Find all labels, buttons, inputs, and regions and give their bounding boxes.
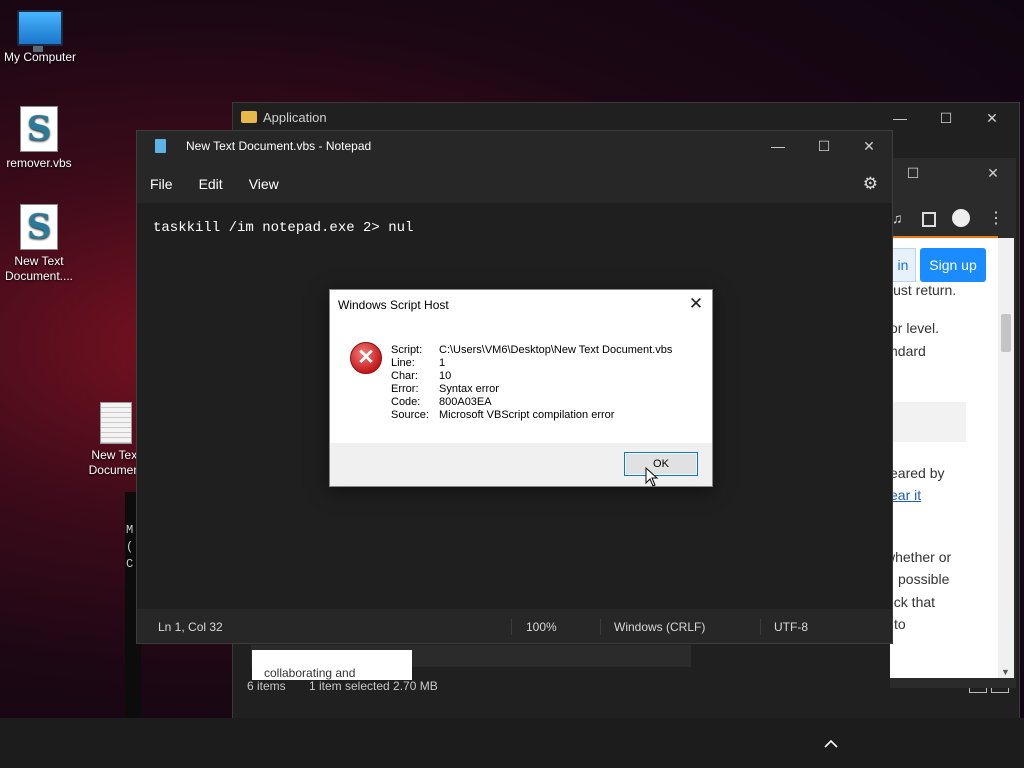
browser-maximize-button[interactable]: ☐ [890,158,936,188]
mouse-cursor-icon [645,466,659,490]
notepad-maximize-button[interactable]: ☐ [801,131,847,161]
editor-text[interactable]: taskkill /im notepad.exe 2> nul [153,220,413,236]
detail-key: Source: [391,409,429,421]
more-menu-icon[interactable]: ⋮ [988,208,1004,228]
vbs-script-icon: S [20,204,58,250]
webpage-scrollbar[interactable] [998,238,1014,678]
desktop-icon-remover-vbs[interactable]: S remover.vbs [0,106,79,171]
detail-key: Line: [391,357,415,369]
webpage-content: in Sign up just return. or level. ndard … [890,238,998,678]
page-text-line: or level. [890,320,940,336]
status-zoom: 100% [526,620,557,634]
page-text-line: to [894,616,906,632]
error-x-icon: ✕ [350,342,382,374]
detail-value: Syntax error [439,383,499,395]
detail-key: Error: [391,383,419,395]
explorer-title: Application [263,109,327,125]
page-text-line: whether or [890,549,952,565]
notepad-statusbar: Ln 1, Col 32 100% Windows (CRLF) UTF-8 [137,611,892,643]
dialog-title: Windows Script Host [338,298,449,312]
status-divider [511,619,512,635]
menu-edit[interactable]: Edit [186,176,236,192]
detail-value: Microsoft VBScript compilation error [439,409,615,421]
ok-button[interactable]: OK [624,452,698,476]
dialog-close-button[interactable]: ✕ [680,290,712,318]
menu-file[interactable]: File [137,176,186,192]
status-cursor-position: Ln 1, Col 32 [158,620,223,634]
page-bottom-snippet: collaborating and [252,650,412,680]
detail-value: 800A03EA [439,396,492,408]
status-divider [760,619,761,635]
desktop-icon-my-computer[interactable]: My Computer [0,10,80,65]
status-divider [600,619,601,635]
vbs-script-icon: S [20,106,58,152]
explorer-maximize-button[interactable]: ☐ [923,103,969,133]
page-text-line: eck that [890,594,936,610]
gear-icon[interactable]: ⚙ [863,174,878,194]
computer-icon [17,10,63,52]
page-text-line: just return. [890,282,957,298]
profile-avatar-icon[interactable] [952,209,970,227]
explorer-status-selected: 1 item selected 2.70 MB [309,679,438,693]
explorer-minimize-button[interactable]: — [877,103,923,133]
page-text-line: possible [898,571,950,587]
page-link[interactable]: ear it [890,487,921,503]
sidebar-icon[interactable] [922,212,936,227]
taskbar [0,718,1024,768]
explorer-status-count: 6 items [247,679,286,693]
desktop-icon-label: remover.vbs [6,156,72,170]
status-line-ending: Windows (CRLF) [614,620,706,634]
scrollbar-thumb[interactable] [1001,314,1011,352]
desktop-icon-label: New Text Document.... [4,254,74,283]
detail-key: Script: [391,344,423,356]
desktop-icon-label: My Computer [3,50,77,64]
browser-close-button[interactable]: ✕ [970,158,1016,188]
page-text-line: ndard [890,343,926,359]
menu-view[interactable]: View [236,176,292,192]
explorer-close-button[interactable]: ✕ [969,103,1015,133]
tray-chevron-up-icon[interactable] [824,736,838,752]
detail-value: 10 [439,370,452,382]
page-text-line: eared by [890,465,945,481]
detail-key: Char: [391,370,418,382]
notepad-title: New Text Document.vbs - Notepad [186,139,372,153]
error-dialog[interactable]: Windows Script Host ✕ ✕ Script: C:\Users… [329,289,713,487]
desktop-icon-new-text-document-vbs[interactable]: S New Text Document.... [0,204,79,284]
notepad-minimize-button[interactable]: — [755,131,801,161]
scroll-down-arrow-icon[interactable]: ▼ [1001,667,1010,677]
code-block [890,402,966,442]
status-encoding: UTF-8 [774,620,808,634]
notepad-icon [155,139,166,153]
signin-button[interactable]: in [890,248,916,282]
signup-button[interactable]: Sign up [920,248,986,282]
notepad-menubar: File Edit View ⚙ [137,167,892,201]
media-icon[interactable]: ♫ [892,210,903,226]
notepad-close-button[interactable]: ✕ [846,131,892,161]
detail-key: Code: [391,396,421,408]
detail-value: 1 [439,357,446,369]
folder-icon [241,111,257,123]
page-bottom-text: collaborating and [264,666,356,680]
detail-value: C:\Users\VM6\Desktop\New Text Document.v… [439,344,673,356]
text-file-icon [100,402,132,444]
